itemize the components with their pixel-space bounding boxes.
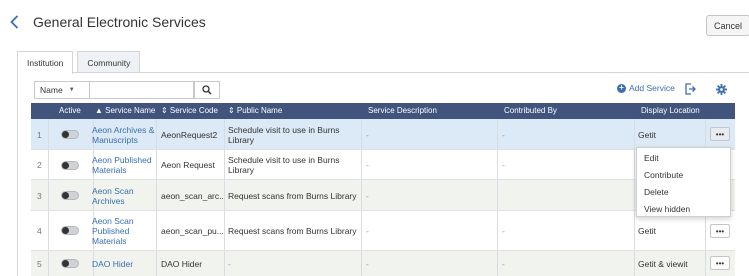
export-button[interactable] — [683, 81, 697, 97]
service-code: AeonRequest2 — [161, 129, 218, 140]
add-service-label: Add Service — [629, 83, 675, 93]
public-name: Request scans from Burns Library — [228, 190, 357, 201]
public-name: Schedule visit to use in Burns Library — [228, 124, 340, 145]
service-code: Aeon Request — [161, 160, 215, 170]
search-field-select[interactable]: Name ▼ — [34, 81, 90, 99]
service-name-link[interactable]: Aeon Scan Archives — [92, 180, 156, 211]
service-description: - — [366, 190, 369, 201]
service-name-link[interactable]: Aeon Archives & Manuscripts — [92, 119, 156, 150]
menu-item-view-hidden[interactable]: View hidden — [644, 204, 690, 214]
row-actions-button[interactable]: ••• — [710, 256, 730, 270]
public-name: Request scans from Burns Library — [228, 226, 357, 236]
search-field-label: Name — [40, 85, 63, 95]
page-header: General Electronic Services Cancel — [0, 0, 749, 44]
tab-community[interactable]: Community — [77, 51, 141, 73]
column-header-service-code[interactable]: ⇕ Service Code — [161, 103, 218, 119]
row-number: 2 — [37, 160, 42, 170]
page-title: General Electronic Services — [33, 14, 206, 30]
row-actions-menu: Edit Contribute Delete View hidden — [636, 147, 731, 217]
active-toggle[interactable] — [61, 130, 79, 139]
table-row[interactable]: 2 Aeon Published Materials Aeon Request … — [31, 150, 735, 180]
back-button[interactable] — [6, 13, 22, 31]
table-row[interactable]: 1 Aeon Archives & Manuscripts AeonReques… — [31, 119, 735, 150]
cancel-button[interactable]: Cancel — [706, 15, 749, 36]
active-toggle[interactable] — [61, 161, 79, 170]
tab-bar: Institution Community — [17, 51, 144, 74]
service-description: - — [366, 258, 369, 269]
search-button[interactable] — [194, 81, 220, 99]
contributed-by: - — [502, 258, 505, 269]
service-name-link[interactable]: Aeon Published Materials — [92, 150, 156, 180]
add-service-button[interactable]: + Add Service — [617, 83, 675, 93]
column-header-display-location[interactable]: Display Location — [641, 103, 700, 119]
service-description: - — [366, 129, 369, 140]
active-toggle[interactable] — [61, 226, 79, 235]
export-icon — [684, 83, 696, 95]
column-header-service-name[interactable]: ▲ Service Name — [95, 103, 155, 119]
caret-down-icon: ▼ — [68, 87, 75, 93]
display-location: Getit & viewit — [638, 258, 688, 269]
column-header-public-name[interactable]: ⇕ Public Name — [228, 103, 282, 119]
menu-item-edit[interactable]: Edit — [644, 153, 659, 163]
column-header-active[interactable]: Active — [59, 103, 81, 119]
column-header-contributed-by[interactable]: Contributed By — [504, 103, 557, 119]
search-icon — [202, 85, 212, 95]
tab-institution[interactable]: Institution — [17, 51, 74, 74]
row-actions-button[interactable]: ••• — [710, 127, 730, 141]
service-code: aeon_scan_arc... — [161, 190, 223, 201]
row-number: 4 — [37, 226, 42, 236]
gear-icon — [715, 83, 727, 95]
row-number: 3 — [37, 190, 42, 201]
table-row[interactable]: 3 Aeon Scan Archives aeon_scan_arc... Re… — [31, 180, 735, 211]
contributed-by: - — [502, 160, 505, 170]
row-actions-button[interactable]: ••• — [710, 224, 730, 238]
row-number: 5 — [37, 258, 42, 269]
service-code: DAO Hider — [161, 258, 203, 269]
table-header: Active ▲ Service Name ⇕ Service Code ⇕ P… — [31, 103, 735, 119]
table-row[interactable]: 4 Aeon Scan Published Materials aeon_sca… — [31, 211, 735, 251]
menu-item-contribute[interactable]: Contribute — [644, 170, 683, 180]
service-description: - — [366, 226, 369, 236]
service-description: - — [366, 160, 369, 170]
table-row[interactable]: 5 DAO Hider DAO Hider - - - Getit & view… — [31, 251, 735, 276]
menu-item-delete[interactable]: Delete — [644, 187, 669, 197]
plus-circle-icon: + — [617, 83, 626, 93]
public-name: Schedule visit to use in Burns Library — [228, 155, 340, 175]
contributed-by: - — [502, 226, 505, 236]
contributed-by: - — [502, 129, 505, 140]
service-name-link[interactable]: DAO Hider — [92, 251, 133, 276]
display-location: Getit — [638, 129, 656, 140]
row-number: 1 — [37, 129, 42, 140]
chevron-left-icon — [9, 15, 18, 29]
active-toggle[interactable] — [61, 259, 79, 268]
column-header-service-description[interactable]: Service Description — [368, 103, 437, 119]
search-input[interactable] — [90, 81, 194, 99]
service-name-link[interactable]: Aeon Scan Published Materials — [92, 211, 152, 251]
service-code: aeon_scan_pu... — [161, 226, 223, 236]
table-settings-button[interactable] — [714, 81, 728, 97]
active-toggle[interactable] — [61, 191, 79, 200]
public-name: - — [228, 258, 231, 269]
display-location: Getit — [638, 226, 656, 236]
